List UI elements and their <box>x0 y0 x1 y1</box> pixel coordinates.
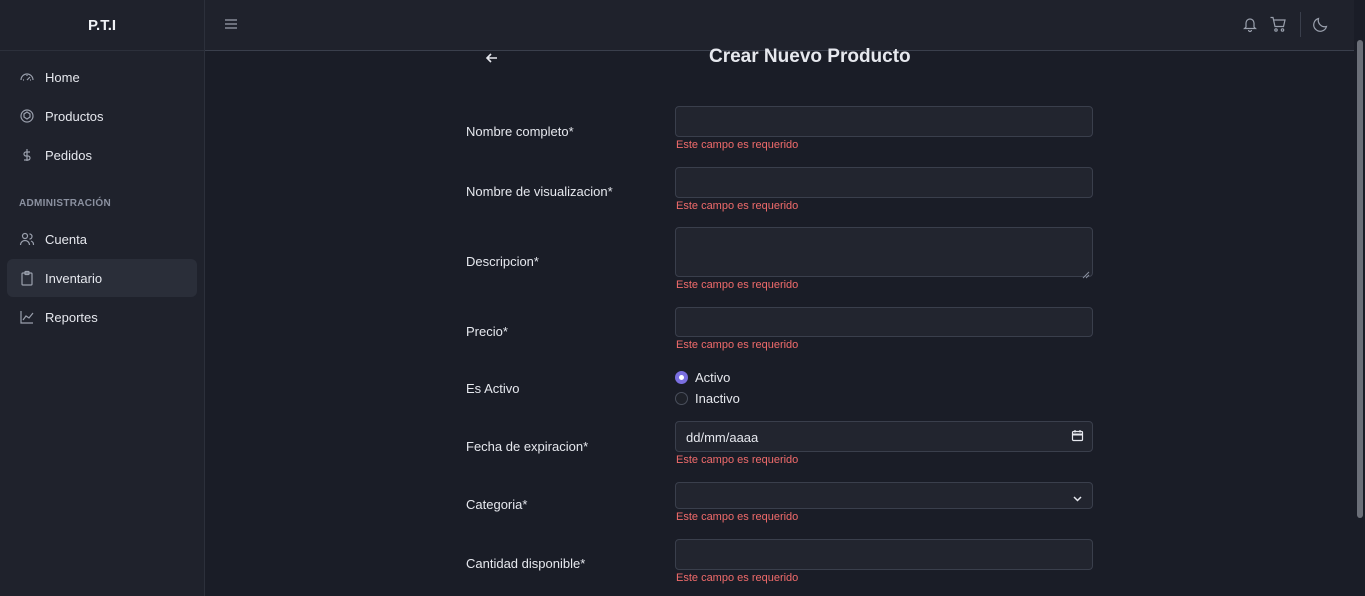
fecha-expiracion-label: Fecha de expiracion* <box>466 439 589 454</box>
fecha-placeholder: dd/mm/aaaa <box>686 430 759 445</box>
cart-icon[interactable] <box>1269 15 1287 33</box>
box-icon <box>19 108 35 124</box>
radio-activo-label: Activo <box>695 370 731 385</box>
dashboard-icon <box>19 69 35 85</box>
scrollbar[interactable] <box>1354 0 1365 596</box>
descripcion-error: Este campo es requerido <box>676 279 799 291</box>
cantidad-input[interactable] <box>675 539 1093 570</box>
nombre-completo-error: Este campo es requerido <box>676 139 799 151</box>
fecha-expiracion-error: Este campo es requerido <box>676 454 799 466</box>
sidebar-item-label: Pedidos <box>45 147 92 163</box>
chevron-down-icon <box>1072 491 1083 502</box>
fecha-expiracion-input[interactable]: dd/mm/aaaa <box>675 421 1093 452</box>
sidebar-item-label: Productos <box>45 108 104 124</box>
scrollbar-thumb[interactable] <box>1357 40 1363 518</box>
es-activo-label: Es Activo <box>466 381 520 396</box>
nombre-visualizacion-error: Este campo es requerido <box>676 200 799 212</box>
nombre-visualizacion-label: Nombre de visualizacion* <box>466 184 613 199</box>
descripcion-textarea[interactable] <box>675 227 1093 279</box>
menu-icon[interactable] <box>224 17 238 31</box>
categoria-select[interactable] <box>675 482 1093 509</box>
categoria-label: Categoria* <box>466 497 528 512</box>
cantidad-error: Este campo es requerido <box>676 572 799 584</box>
dollar-icon <box>19 147 35 163</box>
brand-logo[interactable]: P.T.I <box>0 0 204 51</box>
calendar-icon[interactable] <box>1071 429 1084 442</box>
sidebar-item-label: Home <box>45 69 80 85</box>
topbar <box>205 0 1354 51</box>
radio-activo[interactable]: Activo <box>675 370 730 385</box>
sidebar-item-cuenta[interactable]: Cuenta <box>7 220 197 258</box>
clipboard-icon <box>19 270 35 286</box>
sidebar-item-pedidos[interactable]: Pedidos <box>7 136 197 174</box>
bell-icon[interactable] <box>1241 15 1259 33</box>
nombre-visualizacion-input[interactable] <box>675 167 1093 198</box>
sidebar-item-inventario[interactable]: Inventario <box>7 259 197 297</box>
precio-label: Precio* <box>466 324 508 339</box>
moon-icon[interactable] <box>1312 15 1330 33</box>
sidebar-item-reportes[interactable]: Reportes <box>7 298 197 336</box>
chart-line-icon <box>19 309 35 325</box>
descripcion-label: Descripcion* <box>466 254 539 269</box>
back-arrow-icon[interactable] <box>484 50 500 66</box>
categoria-error: Este campo es requerido <box>676 511 799 523</box>
nombre-completo-label: Nombre completo* <box>466 124 574 139</box>
nombre-completo-input[interactable] <box>675 106 1093 137</box>
sidebar-item-label: Reportes <box>45 309 98 325</box>
page-title: Crear Nuevo Producto <box>709 46 911 67</box>
precio-error: Este campo es requerido <box>676 339 799 351</box>
sidebar: P.T.I Home Productos Pedidos ADMINISTRAC… <box>0 0 205 596</box>
sidebar-section-title: ADMINISTRACIÓN <box>19 198 111 209</box>
topbar-divider <box>1300 12 1301 37</box>
sidebar-nav: Home Productos Pedidos ADMINISTRACIÓN Cu… <box>0 51 204 336</box>
precio-input[interactable] <box>675 307 1093 337</box>
radio-inactivo-label: Inactivo <box>695 391 740 406</box>
radio-inactivo-control[interactable] <box>675 392 688 405</box>
radio-activo-control[interactable] <box>675 371 688 384</box>
sidebar-item-label: Inventario <box>45 270 103 286</box>
sidebar-item-label: Cuenta <box>45 231 87 247</box>
sidebar-item-productos[interactable]: Productos <box>7 97 197 135</box>
sidebar-item-home[interactable]: Home <box>7 58 197 96</box>
users-icon <box>19 231 35 247</box>
resize-handle-icon[interactable] <box>1082 266 1090 279</box>
cantidad-label: Cantidad disponible* <box>466 556 586 571</box>
radio-inactivo[interactable]: Inactivo <box>675 391 740 406</box>
